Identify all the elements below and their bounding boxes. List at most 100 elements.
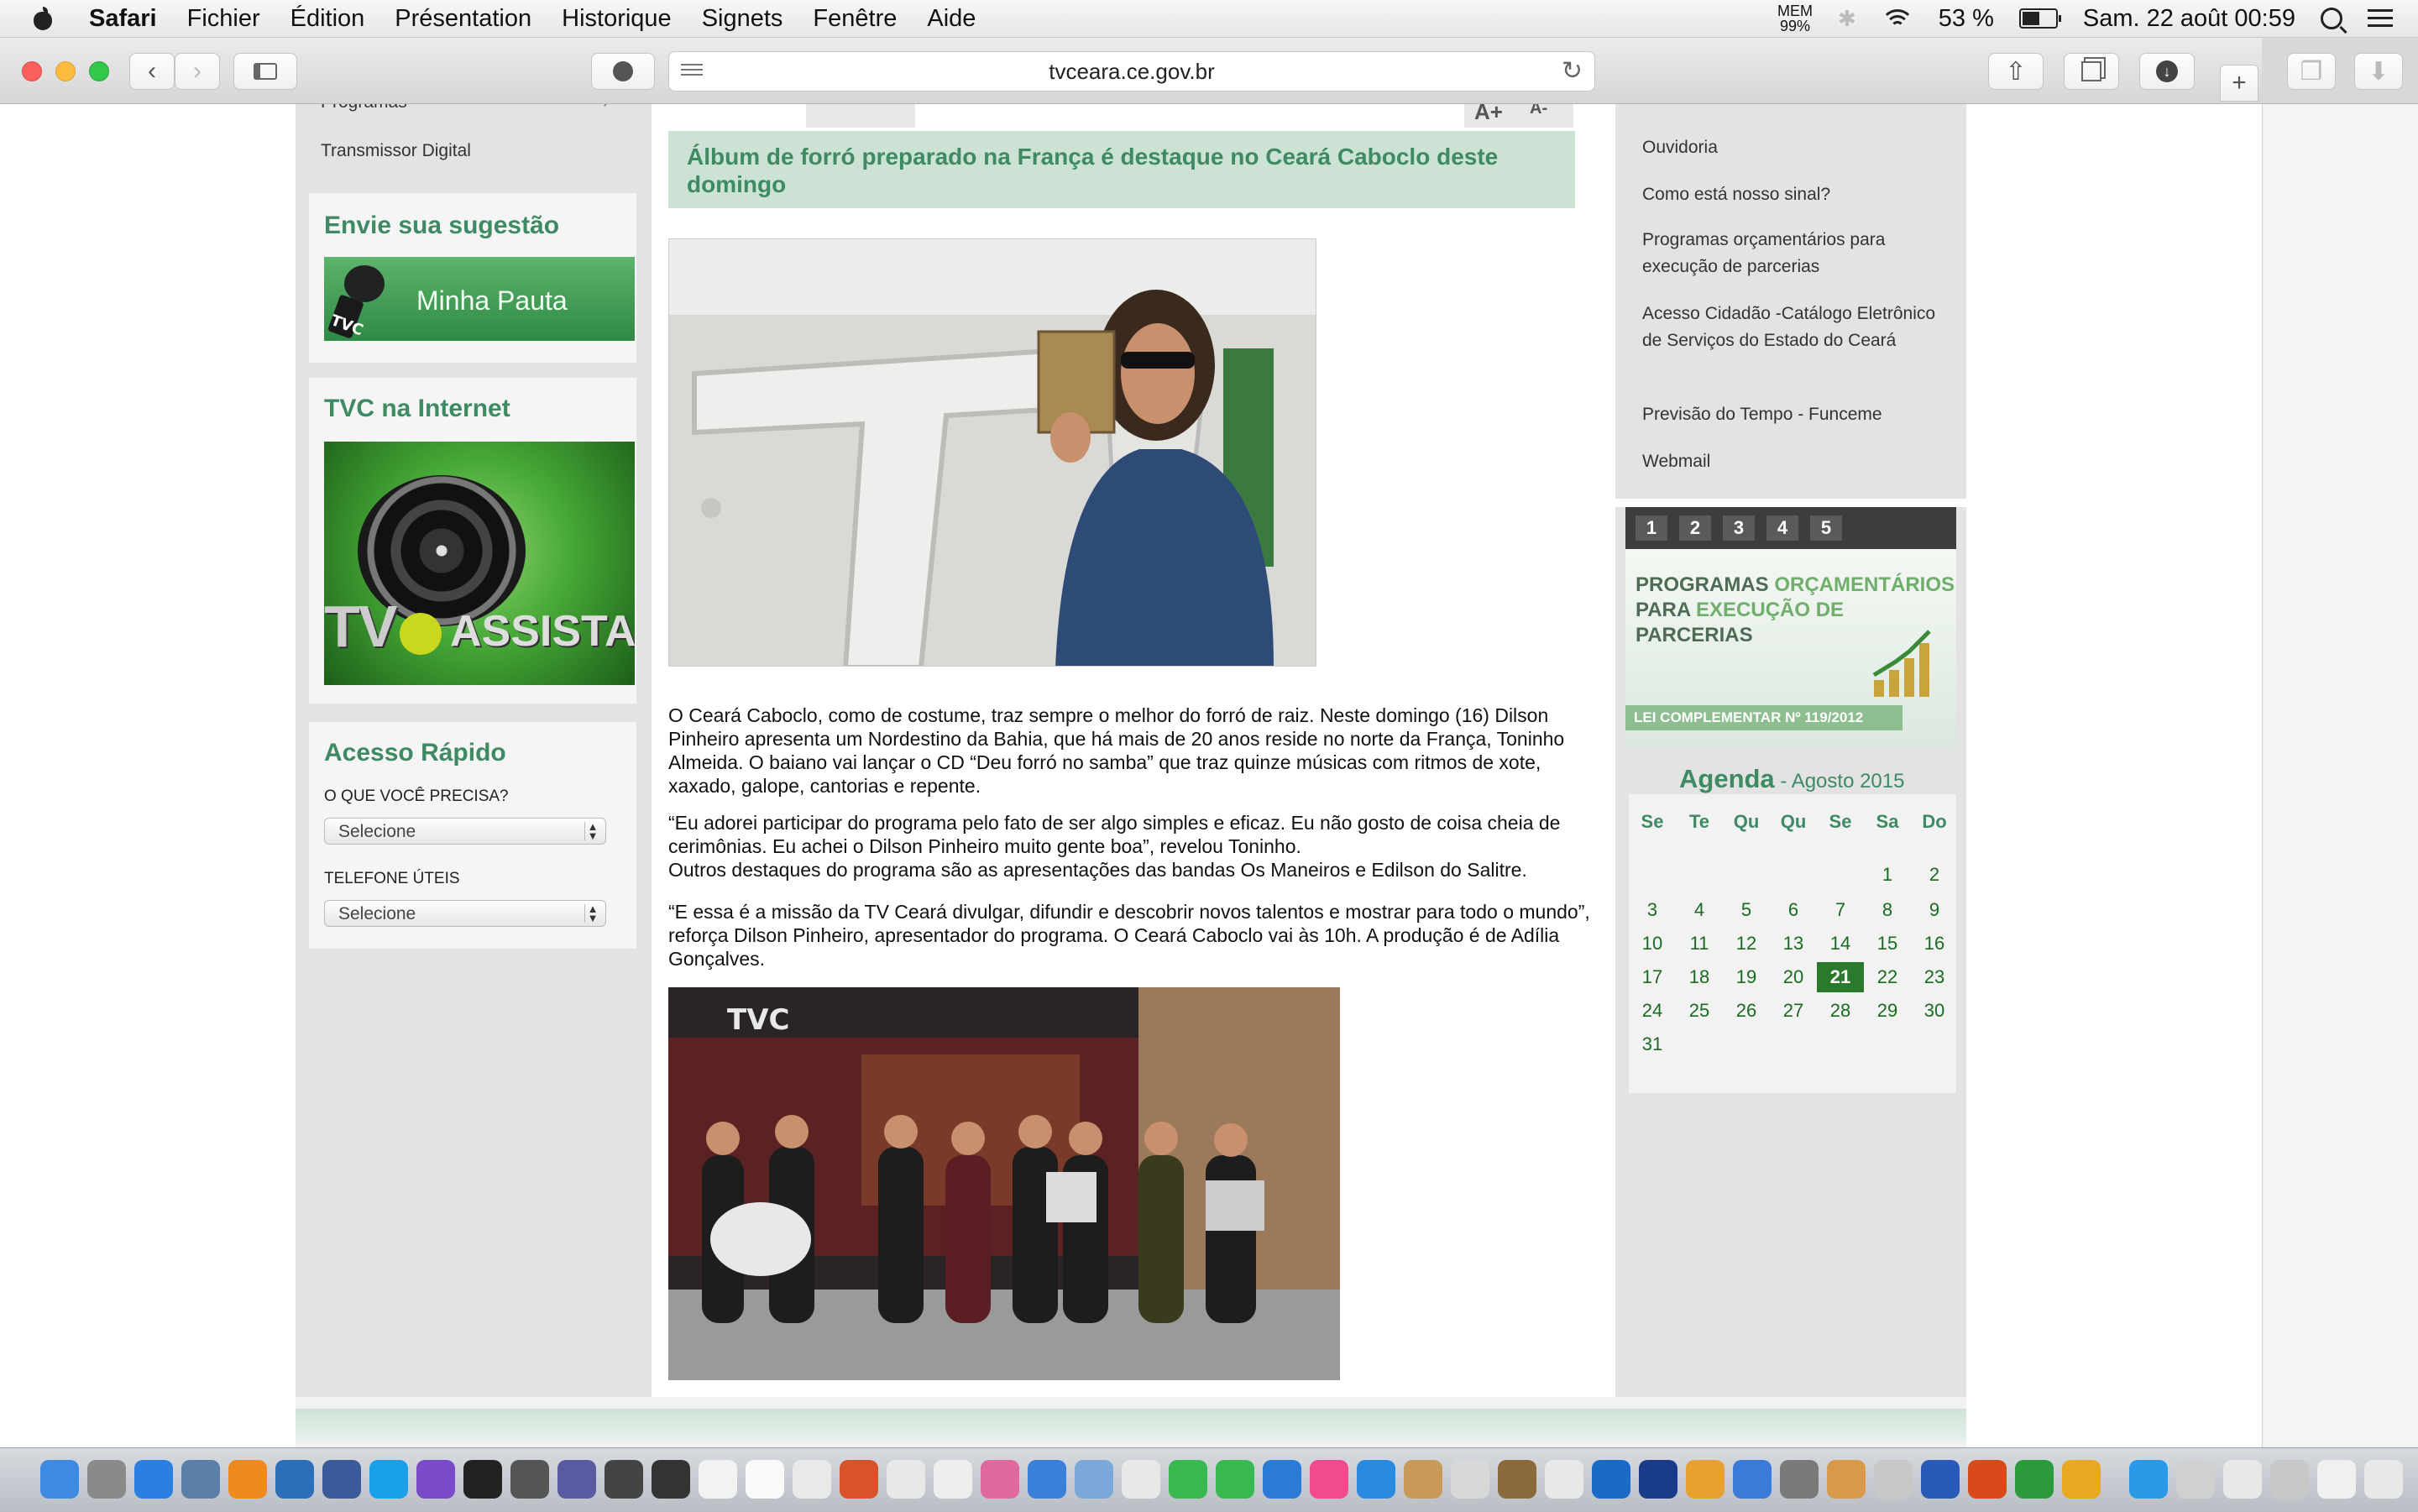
- dock-app-icon[interactable]: [2270, 1460, 2309, 1499]
- calendar-day[interactable]: 5: [1723, 895, 1770, 925]
- spotlight-search-icon[interactable]: [2321, 8, 2342, 29]
- dock-app-icon[interactable]: [2364, 1460, 2403, 1499]
- menu-fenetre[interactable]: Fenêtre: [813, 5, 897, 33]
- dock-app-icon[interactable]: [1122, 1460, 1160, 1499]
- calendar-day[interactable]: 29: [1864, 996, 1911, 1026]
- downloads-button[interactable]: ↓: [2139, 53, 2195, 90]
- dock-app-icon[interactable]: [1216, 1460, 1254, 1499]
- second-tabs-button[interactable]: ❐: [2287, 53, 2336, 90]
- zoom-window-button[interactable]: [89, 61, 109, 81]
- dock-app-icon[interactable]: [416, 1460, 455, 1499]
- dock-app-icon[interactable]: [1498, 1460, 1536, 1499]
- bluetooth-icon[interactable]: ✱: [1838, 6, 1856, 32]
- slider-page-2[interactable]: 2: [1679, 515, 1711, 541]
- dock-app-icon[interactable]: [1028, 1460, 1066, 1499]
- dock-app-icon[interactable]: [1310, 1460, 1348, 1499]
- font-decrease-button[interactable]: A-: [1530, 104, 1547, 118]
- dock-app-icon[interactable]: [652, 1460, 690, 1499]
- dock-app-icon[interactable]: [1686, 1460, 1725, 1499]
- privacy-shield-button[interactable]: [591, 53, 655, 90]
- dock-app-icon[interactable]: [463, 1460, 502, 1499]
- dock-app-icon[interactable]: [1404, 1460, 1442, 1499]
- calendar-day[interactable]: 22: [1864, 962, 1911, 992]
- menu-signets[interactable]: Signets: [702, 5, 783, 33]
- font-increase-button[interactable]: A+: [1474, 104, 1503, 125]
- minimize-window-button[interactable]: [55, 61, 76, 81]
- reload-icon[interactable]: ↻: [1562, 52, 1583, 91]
- dock-app-icon[interactable]: [1263, 1460, 1301, 1499]
- dock-app-icon[interactable]: [510, 1460, 549, 1499]
- tabs-overview-button[interactable]: [2064, 53, 2119, 90]
- menu-presentation[interactable]: Présentation: [395, 5, 531, 33]
- address-bar[interactable]: tvceara.ce.gov.br ↻: [668, 51, 1595, 92]
- calendar-day[interactable]: 24: [1629, 996, 1676, 1026]
- calendar-day[interactable]: 31: [1629, 1029, 1676, 1059]
- dock-app-icon[interactable]: [369, 1460, 408, 1499]
- reader-icon[interactable]: [681, 64, 703, 79]
- link-ouvidoria[interactable]: Ouvidoria: [1642, 134, 1953, 161]
- calendar-day[interactable]: 19: [1723, 962, 1770, 992]
- share-button[interactable]: ⇧: [1988, 53, 2044, 90]
- dock-app-icon[interactable]: [604, 1460, 643, 1499]
- slider-page-4[interactable]: 4: [1766, 515, 1798, 541]
- calendar-day[interactable]: 17: [1629, 962, 1676, 992]
- dock-app-icon[interactable]: [2317, 1460, 2356, 1499]
- dock-app-icon[interactable]: [887, 1460, 925, 1499]
- dock-app-icon[interactable]: [228, 1460, 267, 1499]
- calendar-day[interactable]: 26: [1723, 996, 1770, 1026]
- dock-app-icon[interactable]: [275, 1460, 314, 1499]
- link-previsao-tempo[interactable]: Previsão do Tempo - Funceme: [1642, 401, 1953, 428]
- calendar-day[interactable]: 3: [1629, 895, 1676, 925]
- calendar-day[interactable]: 14: [1817, 929, 1864, 959]
- dock-app-icon[interactable]: [181, 1460, 220, 1499]
- dock-app-icon[interactable]: [934, 1460, 972, 1499]
- link-webmail[interactable]: Webmail: [1642, 448, 1953, 475]
- wifi-icon[interactable]: [1881, 8, 1913, 29]
- battery-icon[interactable]: [2018, 8, 2061, 29]
- calendar-day[interactable]: 10: [1629, 929, 1676, 959]
- back-button[interactable]: ‹: [129, 53, 175, 90]
- dock-app-icon[interactable]: [1780, 1460, 1819, 1499]
- dock-app-icon[interactable]: [1592, 1460, 1630, 1499]
- slider-page-1[interactable]: 1: [1636, 515, 1667, 541]
- dock-app-icon[interactable]: [1075, 1460, 1113, 1499]
- dock-app-icon[interactable]: [557, 1460, 596, 1499]
- calendar-day[interactable]: 15: [1864, 929, 1911, 959]
- dock-app-icon[interactable]: [322, 1460, 361, 1499]
- sidebar-toggle-button[interactable]: [233, 53, 297, 90]
- dock-app-icon[interactable]: [40, 1460, 79, 1499]
- dock-app-icon[interactable]: [1827, 1460, 1866, 1499]
- calendar-day[interactable]: 7: [1817, 895, 1864, 925]
- menu-fichier[interactable]: Fichier: [187, 5, 260, 33]
- dock-app-icon[interactable]: [1968, 1460, 2007, 1499]
- calendar-day[interactable]: 13: [1770, 929, 1817, 959]
- dock-app-icon[interactable]: [2062, 1460, 2101, 1499]
- dock-app-icon[interactable]: [2015, 1460, 2054, 1499]
- dock-app-icon[interactable]: [746, 1460, 784, 1499]
- calendar-day[interactable]: 11: [1676, 929, 1723, 959]
- calendar-day[interactable]: 18: [1676, 962, 1723, 992]
- dock-app-icon[interactable]: [1451, 1460, 1489, 1499]
- dock-app-icon[interactable]: [1169, 1460, 1207, 1499]
- dock-app-icon[interactable]: [1545, 1460, 1583, 1499]
- link-programas-orcamentarios[interactable]: Programas orçamentários para execução de…: [1642, 227, 1953, 280]
- link-acesso-cidadao[interactable]: Acesso Cidadão -Catálogo Eletrônico de S…: [1642, 301, 1953, 354]
- tvc-assista-banner[interactable]: TV ASSISTA: [324, 442, 635, 685]
- second-downloads-button[interactable]: ⬇: [2354, 53, 2403, 90]
- calendar-day[interactable]: 28: [1817, 996, 1864, 1026]
- dock-app-icon[interactable]: [87, 1460, 126, 1499]
- dock-app-icon[interactable]: [1357, 1460, 1395, 1499]
- services-select[interactable]: Selecione ▲ ▼: [324, 818, 606, 845]
- memory-indicator[interactable]: MEM 99%: [1777, 3, 1813, 34]
- dock-app-icon[interactable]: [2129, 1460, 2168, 1499]
- notification-center-icon[interactable]: [2368, 9, 2393, 28]
- calendar-day[interactable]: 30: [1911, 996, 1958, 1026]
- dock-app-icon[interactable]: [1921, 1460, 1960, 1499]
- nav-transmissor-link[interactable]: Transmissor Digital: [321, 141, 471, 161]
- dock-app-icon[interactable]: [840, 1460, 878, 1499]
- dock-app-icon[interactable]: [793, 1460, 831, 1499]
- dock-app-icon[interactable]: [699, 1460, 737, 1499]
- dock-app-icon[interactable]: [1733, 1460, 1772, 1499]
- nav-programas-link[interactable]: Programas ›: [321, 104, 609, 112]
- dock-app-icon[interactable]: [2176, 1460, 2215, 1499]
